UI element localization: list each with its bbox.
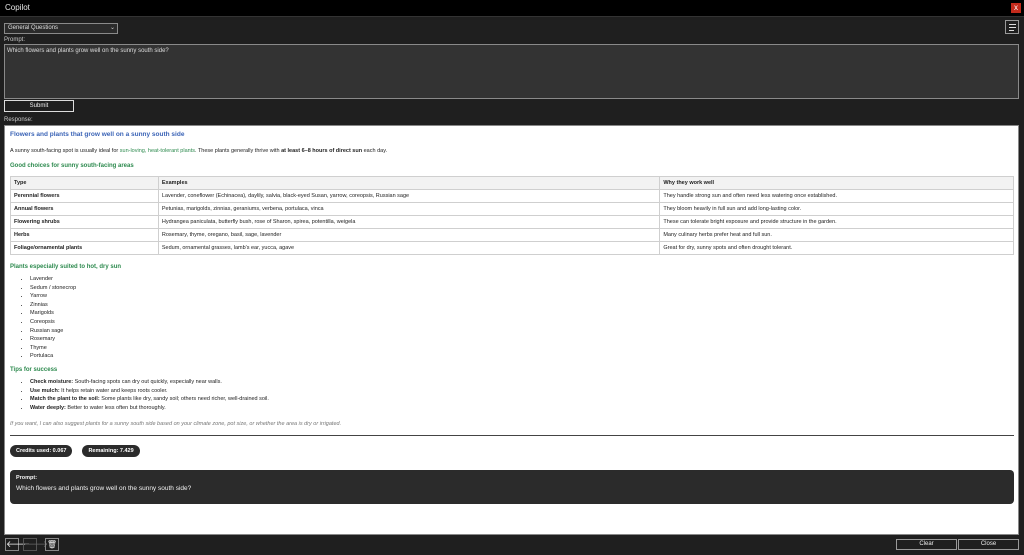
table-cell: Lavender, coneflower (Echinacea), daylil… — [157, 189, 661, 203]
intro-text: . These plants generally thrive with — [194, 148, 282, 154]
table-header: Examples — [157, 176, 661, 190]
intro-text: each day. — [362, 148, 388, 154]
table-cell: Many culinary herbs prefer heat and full… — [659, 228, 1014, 242]
table-row: Annual flowers Petunias, marigolds, zinn… — [10, 202, 1014, 216]
table-header-row: Type Examples Why they work well — [10, 176, 1014, 190]
tips-list: Check moisture: South-facing spots can d… — [30, 378, 1013, 412]
list-item: Coreopsis — [30, 318, 1013, 327]
menu-line — [1009, 27, 1016, 28]
tip-title: Match the plant to the soil: — [30, 396, 100, 403]
window-title: Copilot — [5, 3, 30, 12]
back-arrow-icon[interactable]: 🡐 — [5, 538, 30, 551]
table-cell: Great for dry, sunny spots and often dro… — [659, 241, 1014, 255]
forward-arrow-icon[interactable]: 🡒 — [23, 538, 48, 551]
tip-text: It helps retain water and keeps roots co… — [59, 387, 168, 394]
credits-used-badge: Credits used: 0.067 — [10, 445, 73, 458]
menu-icon[interactable] — [1005, 20, 1019, 34]
prompt-card-label: Prompt: — [16, 475, 38, 482]
tip-text: Better to water less often but thoroughl… — [65, 404, 166, 411]
tip-title: Use mulch: — [30, 387, 60, 394]
table-cell: Petunias, marigolds, zinnias, geraniums,… — [157, 202, 661, 216]
menu-line — [1009, 30, 1014, 31]
table-cell: Foliage/ornamental plants — [10, 241, 159, 255]
mode-select[interactable]: General Questions ⌄ — [4, 23, 118, 34]
hot-sun-list: Lavender Sedum / stonecrop Yarrow Zinnia… — [30, 275, 1013, 361]
list-item: Lavender — [30, 275, 1013, 284]
mode-select-value: General Questions — [8, 25, 59, 31]
prompt-history-card: Prompt: Which flowers and plants grow we… — [10, 470, 1014, 505]
tip-title: Check moisture: — [30, 378, 74, 385]
table-cell: These can tolerate bright exposure and p… — [659, 215, 1014, 229]
prompt-input[interactable]: Which flowers and plants grow well on th… — [4, 44, 1019, 99]
response-label: Response: — [4, 117, 33, 123]
table-header: Type — [10, 176, 159, 190]
list-item: Thyme — [30, 344, 1013, 353]
table-header: Why they work well — [659, 176, 1014, 190]
list-item: Sedum / stonecrop — [30, 284, 1013, 293]
prompt-card-text: Which flowers and plants grow well on th… — [16, 485, 192, 493]
table-cell: Sedum, ornamental grasses, lamb's ear, y… — [157, 241, 661, 255]
table-row: Flowering shrubs Hydrangea paniculata, b… — [10, 215, 1014, 229]
table-cell: Rosemary, thyme, oregano, basil, sage, l… — [157, 228, 661, 242]
divider — [10, 435, 1014, 437]
title-bar: Copilot x — [0, 0, 1024, 17]
table-cell: Herbs — [10, 228, 159, 242]
tip-text: Some plants like dry, sandy soil; others… — [99, 396, 269, 403]
menu-line — [1009, 24, 1016, 25]
table-cell: Hydrangea paniculata, butterfly bush, ro… — [157, 215, 661, 229]
close-button[interactable]: Close — [958, 539, 1019, 550]
plants-table: Type Examples Why they work well Perenni… — [10, 176, 1014, 255]
hot-sun-heading: Plants especially suited to hot, dry sun — [10, 264, 122, 270]
list-item: Water deeply: Better to water less often… — [30, 404, 1013, 413]
list-item: Marigolds — [30, 309, 1013, 318]
credits-row: Credits used: 0.067 Remaining: 7.429 — [10, 445, 1013, 458]
table-cell: Perennial flowers — [10, 189, 159, 203]
table-cell: They bloom heavily in full sun and add l… — [659, 202, 1014, 216]
intro-text: A sunny south-facing spot is usually ide… — [10, 148, 120, 154]
list-item: Portulaca — [30, 352, 1013, 361]
response-panel[interactable]: Flowers and plants that grow well on a s… — [4, 125, 1019, 535]
list-item: Use mulch: It helps retain water and kee… — [30, 387, 1013, 396]
table-cell: Annual flowers — [10, 202, 159, 216]
tip-title: Water deeply: — [30, 404, 66, 411]
table-row: Foliage/ornamental plants Sedum, ornamen… — [10, 241, 1014, 255]
bottom-toolbar: 🡐 🡒 🗑 Clear Close — [0, 536, 1024, 555]
remaining-badge: Remaining: 7.429 — [82, 445, 140, 458]
trash-icon[interactable]: 🗑 — [45, 538, 59, 551]
chevron-down-icon: ⌄ — [109, 25, 115, 31]
table-row: Herbs Rosemary, thyme, oregano, basil, s… — [10, 228, 1014, 242]
choices-heading: Good choices for sunny south-facing area… — [10, 163, 134, 169]
clear-button[interactable]: Clear — [896, 539, 957, 550]
tips-heading: Tips for success — [10, 366, 58, 373]
response-intro: A sunny south-facing spot is usually ide… — [10, 148, 1013, 154]
intro-highlight: sun-loving, heat-tolerant plants — [119, 148, 195, 154]
list-item: Match the plant to the soil: Some plants… — [30, 395, 1013, 404]
table-cell: They handle strong sun and often need le… — [659, 189, 1014, 203]
intro-bold: at least 6–8 hours of direct sun — [281, 148, 363, 154]
followup-hint: If you want, I can also suggest plants f… — [10, 421, 342, 428]
list-item: Rosemary — [30, 335, 1013, 344]
list-item: Zinnias — [30, 301, 1013, 310]
submit-button[interactable]: Submit — [4, 100, 74, 112]
list-item: Russian sage — [30, 327, 1013, 336]
prompt-label: Prompt: — [4, 37, 26, 43]
list-item: Yarrow — [30, 292, 1013, 301]
table-cell: Flowering shrubs — [10, 215, 159, 229]
list-item: Check moisture: South-facing spots can d… — [30, 378, 1013, 387]
close-window-icon[interactable]: x — [1011, 3, 1021, 13]
table-row: Perennial flowers Lavender, coneflower (… — [10, 189, 1014, 203]
tip-text: South-facing spots can dry out quickly, … — [73, 378, 222, 385]
response-heading: Flowers and plants that grow well on a s… — [10, 131, 185, 138]
